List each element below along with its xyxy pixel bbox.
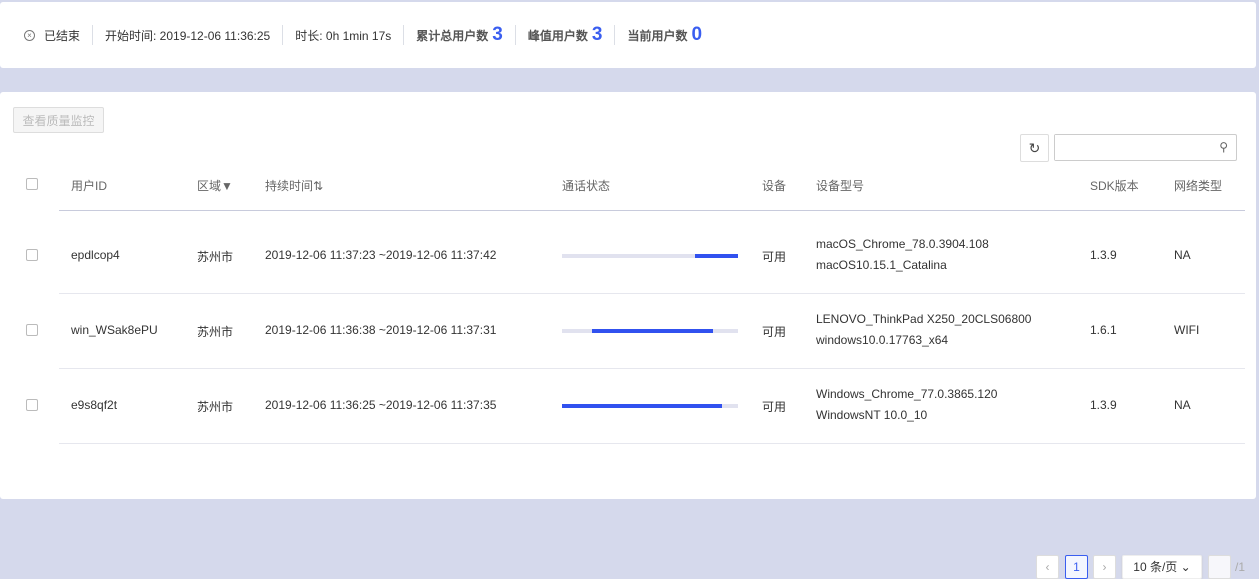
network-type: NA [1174,248,1191,262]
session-summary: × 已结束 开始时间: 2019-12-06 11:36:25 时长: 0h 1m… [0,2,1256,68]
header-model: 设备型号 [816,179,865,193]
search-input[interactable] [1055,135,1205,160]
device-model: macOS_Chrome_78.0.3904.108 [816,237,989,251]
region: 苏州市 [197,250,234,264]
total-users-value: 3 [492,24,503,45]
peak-users-label: 峰值用户数 [527,28,588,43]
device-os: windows10.0.17763_x64 [816,333,949,347]
row-divider [59,368,1245,369]
current-users-label: 当前用户数 [627,28,688,43]
header-sdk: SDK版本 [1090,179,1139,193]
peak-users-value: 3 [591,24,603,45]
network-type: NA [1174,398,1191,412]
device-model: Windows_Chrome_77.0.3865.120 [816,387,998,401]
total-pages: /1 [1235,560,1246,574]
duration: 时长: 0h 1min 17s [282,25,403,45]
device-os: macOS10.15.1_Catalina [816,258,947,272]
current-users-value: 0 [691,24,703,45]
device-status: 可用 [762,250,787,264]
header-device: 设备 [762,179,787,193]
user-id: e9s8qf2t [71,398,118,412]
call-status-bar [562,329,738,333]
header-region-filter[interactable]: 区域▼ [197,177,233,194]
search-icon: ⚲ [1219,140,1228,154]
start-time: 开始时间: 2019-12-06 11:36:25 [92,25,282,45]
quality-monitor-button[interactable]: 查看质量监控 [13,107,104,133]
select-all-checkbox[interactable] [26,178,38,190]
sdk-version: 1.3.9 [1090,398,1117,412]
device-status: 可用 [762,325,787,339]
row-checkbox[interactable] [26,324,38,336]
user-table-panel: 查看质量监控 ↻ ⚲ 用户ID 区域▼ 持续时间⇅ 通话状态 设备 设备型号 S… [0,92,1256,579]
network-type: WIFI [1174,323,1200,337]
page-jump-input[interactable] [1208,555,1231,579]
call-status-fill [591,329,714,333]
device-model: LENOVO_ThinkPad X250_20CLS06800 [816,312,1032,326]
row-divider [59,443,1245,444]
call-status-fill [562,404,723,408]
duration-range: 2019-12-06 11:37:23 ~2019-12-06 11:37:42 [265,248,497,262]
prev-page-button[interactable]: ‹ [1036,555,1059,579]
duration-range: 2019-12-06 11:36:38 ~2019-12-06 11:37:31 [265,323,497,337]
refresh-button[interactable]: ↻ [1020,134,1049,162]
call-status-bar [562,404,738,408]
device-status: 可用 [762,400,787,414]
close-circle-icon: × [24,29,35,41]
peak-users: 峰值用户数 3 [514,24,615,45]
header-divider [59,210,1245,211]
call-status-bar [562,254,738,258]
row-checkbox[interactable] [26,399,38,411]
call-status-fill [694,254,738,258]
region: 苏州市 [197,325,234,339]
header-duration-sort[interactable]: 持续时间⇅ [265,177,323,194]
header-network: 网络类型 [1174,179,1223,193]
header-call-status: 通话状态 [562,179,611,193]
row-checkbox[interactable] [26,249,38,261]
user-id: win_WSak8ePU [71,323,158,337]
header-user-id: 用户ID [71,179,108,193]
device-os: WindowsNT 10.0_10 [816,408,928,422]
duration-range: 2019-12-06 11:36:25 ~2019-12-06 11:37:35 [265,398,497,412]
region: 苏州市 [197,400,234,414]
status-text: 已结束 [44,28,81,43]
chevron-down-icon: ⌄ [1180,560,1191,574]
sdk-version: 1.3.9 [1090,248,1117,262]
row-divider [59,293,1245,294]
page-size-value: 10 条/页 [1133,560,1178,574]
sdk-version: 1.6.1 [1090,323,1117,337]
total-users: 累计总用户数 3 [403,24,515,45]
total-users-label: 累计总用户数 [416,28,489,43]
status: × 已结束 [24,25,92,45]
current-users: 当前用户数 0 [614,24,714,45]
next-page-button[interactable]: › [1093,555,1116,579]
search-box[interactable]: ⚲ [1054,134,1237,161]
user-id: epdlcop4 [71,248,120,262]
page-size-select[interactable]: 10 条/页 ⌄ [1122,555,1202,579]
refresh-icon: ↻ [1028,139,1041,156]
page-1-button[interactable]: 1 [1065,555,1088,579]
